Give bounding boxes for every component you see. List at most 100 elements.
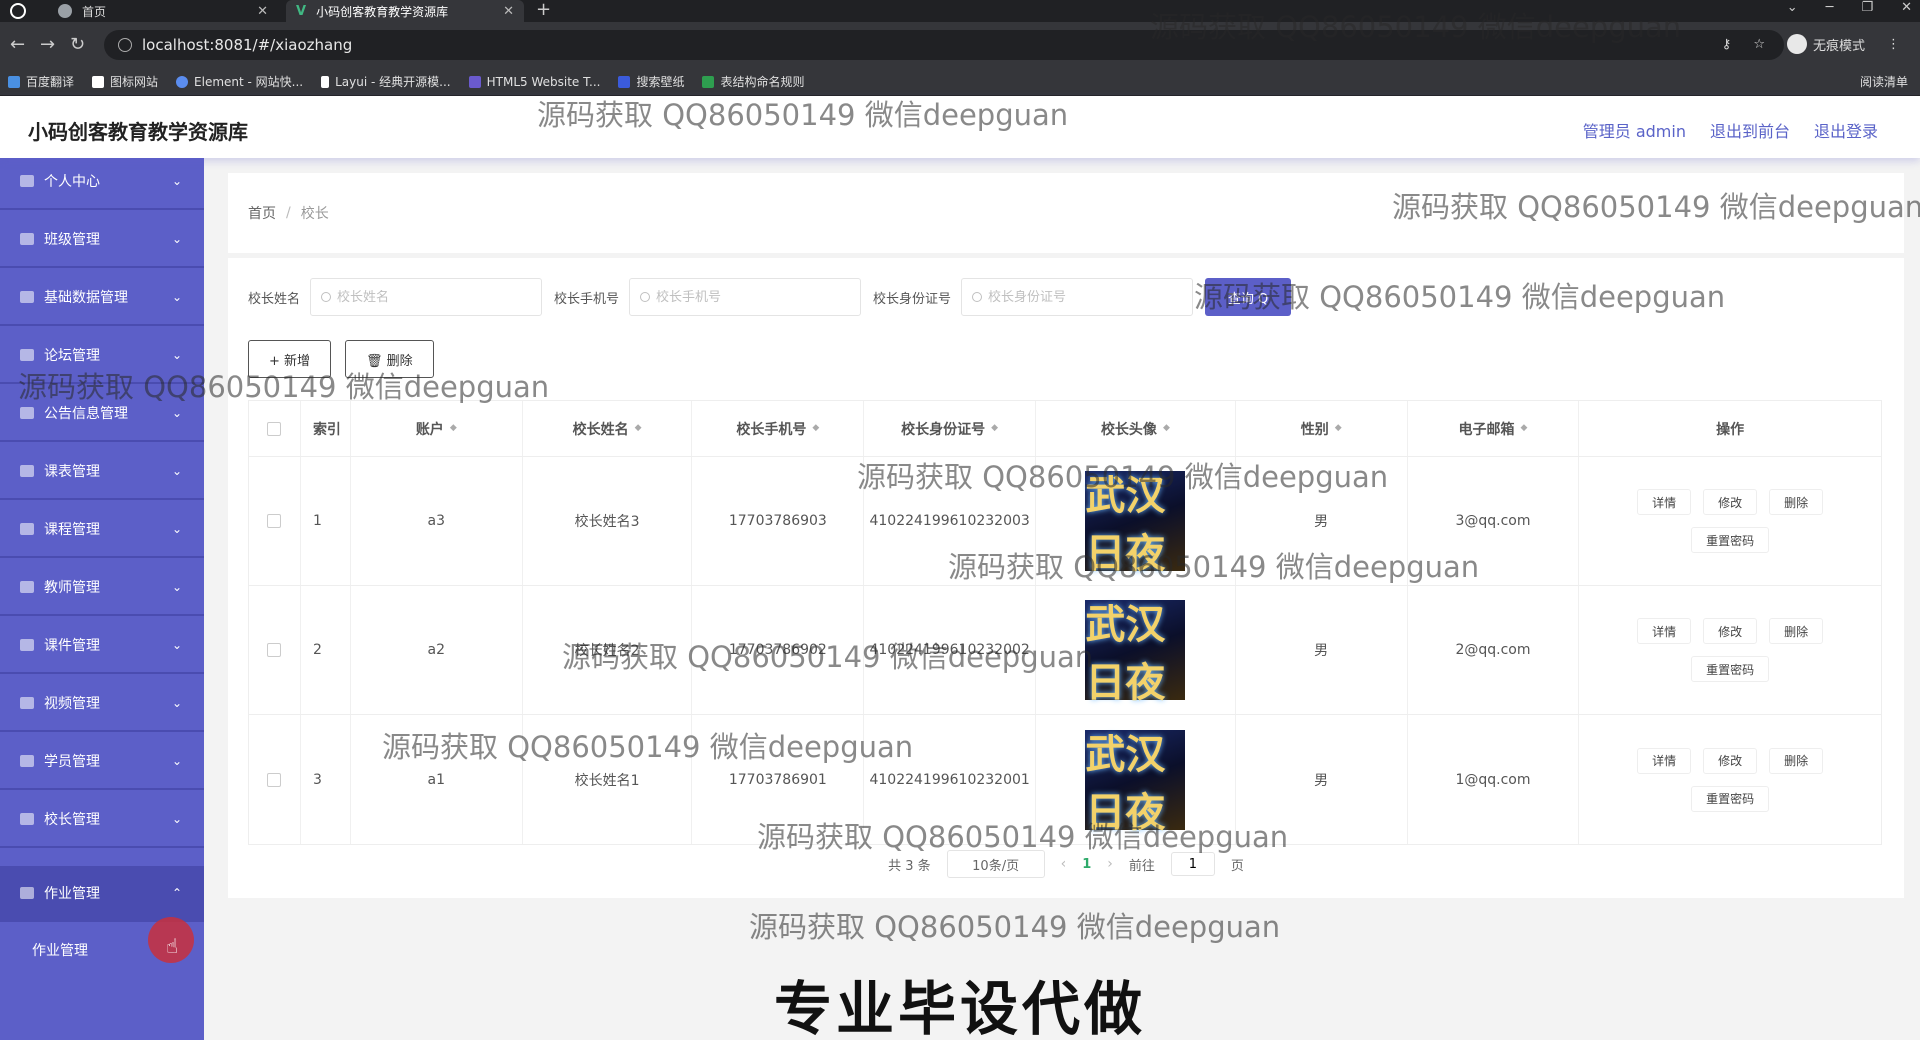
delete-button[interactable]: 删除 [1769,747,1824,774]
edit-button[interactable]: 修改 [1703,618,1758,644]
to-front-link[interactable]: 退出到前台 [1710,118,1790,142]
card-icon [20,755,34,767]
name-search-input[interactable] [337,289,518,305]
chevron-down-icon: ⌄ [171,348,182,362]
admin-label: 管理员 admin [1582,122,1686,141]
breadcrumb-home[interactable]: 首页 [248,203,276,223]
reset-password-button[interactable]: 重置密码 [1691,527,1770,553]
bookmark-item[interactable]: 图标网站 [92,73,158,90]
row-checkbox[interactable] [267,643,282,657]
sidebar-item-basic-data[interactable]: 基础数据管理 ⌄ [0,270,204,326]
watermark: 源码获取 QQ86050149 微信deepguan [749,910,1281,944]
reload-icon[interactable]: ↻ [70,34,85,55]
detail-button[interactable]: 详情 [1637,489,1692,515]
prev-page-icon[interactable]: ‹ [1061,856,1067,872]
chevron-down-icon: ⌄ [171,290,182,304]
header-phone[interactable]: 校长手机号 ◆ [692,401,865,456]
sidebar-item-courseware[interactable]: 课件管理 ⌄ [0,618,204,674]
phone-search-input[interactable] [656,289,837,305]
close-icon[interactable]: ✕ [503,4,514,19]
cell-name: 校长姓名3 [523,457,693,585]
sidebar-item-class[interactable]: 班级管理 ⌄ [0,212,204,268]
sort-icon[interactable]: ◆ [812,424,819,433]
detail-button[interactable]: 详情 [1637,747,1692,774]
row-checkbox-cell [249,586,301,714]
sidebar-item-homework[interactable]: 作业管理 ⌃ [0,866,204,922]
back-arrow-icon[interactable]: ← [10,34,25,55]
sort-icon[interactable]: ◆ [1335,424,1342,433]
search-icon [321,292,332,302]
select-all-checkbox[interactable] [267,421,282,436]
reset-password-button[interactable]: 重置密码 [1691,656,1770,682]
reading-list-button[interactable]: 阅读清单 [1860,73,1908,90]
sidebar-item-label: 公告信息管理 [44,406,128,422]
row-checkbox[interactable] [267,772,282,787]
idcard-search-field[interactable] [961,278,1194,316]
header-name[interactable]: 校长姓名 ◆ [523,401,693,456]
name-search-field[interactable] [310,278,543,316]
header-idcard[interactable]: 校长身份证号 ◆ [864,401,1037,456]
star-icon[interactable]: ☆ [1753,37,1765,52]
bookmark-item[interactable]: Layui - 经典开源模... [321,73,451,90]
restore-icon[interactable]: ❐ [1861,0,1873,16]
sidebar-item-label: 班级管理 [44,232,100,248]
sidebar-item-video[interactable]: 视频管理 ⌄ [0,676,204,732]
watermark: 源码获取 QQ86050149 微信deepguan [1150,10,1682,44]
chevron-down-icon[interactable]: ⌄ [1787,0,1798,16]
new-tab-button[interactable]: + [536,0,551,20]
browser-tab-active[interactable]: V 小码创客教育教学资源库 ✕ [286,0,524,22]
next-page-icon[interactable]: › [1107,856,1113,872]
incognito-icon [1786,34,1807,54]
breadcrumb-separator: / [286,205,291,221]
sort-icon[interactable]: ◆ [450,424,457,433]
delete-button[interactable]: 删除 [1769,618,1824,644]
bookmark-item[interactable]: HTML5 Website T... [468,75,600,89]
delete-button[interactable]: 删除 [1769,489,1824,515]
header-email[interactable]: 电子邮箱 ◆ [1408,401,1580,456]
sort-icon[interactable]: ◆ [991,424,998,433]
edit-button[interactable]: 修改 [1703,747,1758,774]
sidebar-item-teacher[interactable]: 教师管理 ⌄ [0,560,204,616]
sidebar-item-schedule[interactable]: 课表管理 ⌄ [0,444,204,500]
bookmark-item[interactable]: 百度翻译 [8,73,74,90]
sidebar-subitem-label: 作业管理 [32,943,88,959]
info-icon [118,38,132,52]
forward-arrow-icon[interactable]: → [40,34,55,55]
sort-icon[interactable]: ◆ [1520,424,1527,433]
logout-link[interactable]: 退出登录 [1814,118,1878,142]
idcard-search-input[interactable] [988,289,1169,305]
sidebar-item-principal[interactable]: 校长管理 ⌄ [0,792,204,848]
cell-ops: 详情 修改 删除 重置密码 [1579,586,1881,714]
header-sex[interactable]: 性别 ◆ [1236,401,1408,456]
phone-search-field[interactable] [629,278,862,316]
sidebar-item-profile[interactable]: 个人中心 ⌄ [0,158,204,210]
key-icon[interactable]: ⚷ [1722,37,1732,52]
row-checkbox[interactable] [267,514,282,528]
sort-icon[interactable]: ◆ [1163,424,1170,433]
header-avatar[interactable]: 校长头像 ◆ [1036,401,1236,456]
bookmark-item[interactable]: Element - 网站快... [176,73,303,90]
browser-tab-home[interactable]: 首页 ✕ [48,0,278,22]
bookmark-item[interactable]: 表结构命名规则 [702,73,804,90]
cell-phone: 17703786903 [692,457,865,585]
current-page[interactable]: 1 [1082,857,1091,872]
sidebar-item-student[interactable]: 学员管理 ⌄ [0,734,204,790]
close-window-icon[interactable]: ✕ [1901,0,1912,16]
chevron-down-icon: ⌄ [171,754,182,768]
header-label: 性别 [1300,421,1329,438]
sidebar-item-course[interactable]: 课程管理 ⌄ [0,502,204,558]
detail-button[interactable]: 详情 [1637,618,1692,644]
reset-password-button[interactable]: 重置密码 [1691,785,1770,812]
avatar[interactable]: 武汉日夜 [1085,600,1186,706]
profile-button[interactable]: 无痕模式 [1786,34,1865,54]
sidebar-item-label: 基础数据管理 [44,290,128,306]
minimize-icon[interactable]: ─ [1826,0,1834,16]
more-icon[interactable]: ⋮ [1887,37,1900,52]
header-label: 校长姓名 [572,421,629,438]
edit-button[interactable]: 修改 [1703,489,1758,515]
header-account[interactable]: 账户 ◆ [351,401,523,456]
bookmark-item[interactable]: 搜索壁纸 [618,73,684,90]
sort-icon[interactable]: ◆ [635,424,642,433]
close-icon[interactable]: ✕ [257,4,268,19]
crop-icon [20,639,34,651]
